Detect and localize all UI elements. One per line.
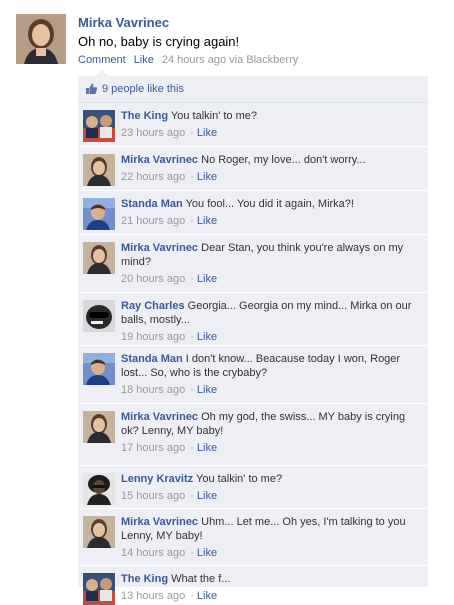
comment-text: You talkin' to me?	[196, 473, 283, 485]
comment-item: Mirka Vavrinec Uhm... Let me... Oh yes, …	[78, 509, 428, 566]
comment-body: Lenny Kravitz You talkin' to me? 15 hours…	[121, 472, 419, 503]
comment-item: Ray Charles Georgia... Georgia on my min…	[78, 293, 428, 346]
comment-like-link[interactable]: Like	[197, 547, 217, 559]
commenter-name-link[interactable]: Mirka Vavrinec	[121, 516, 198, 528]
commenter-name-link[interactable]: Mirka Vavrinec	[121, 154, 198, 166]
separator-dot: ·	[190, 384, 194, 396]
separator-dot: ·	[190, 490, 194, 502]
comment-item: Mirka Vavrinec Dear Stan, you think you'…	[78, 235, 428, 293]
comment-text: What the f...	[171, 573, 231, 585]
comment-meta: 17 hours ago · Like	[121, 441, 419, 455]
comment-timestamp: 17 hours ago	[121, 442, 186, 454]
separator-dot: ·	[190, 127, 194, 139]
author-avatar[interactable]	[16, 14, 66, 64]
comment-body: Ray Charles Georgia... Georgia on my min…	[121, 299, 419, 344]
comment-text: No Roger, my love... don't worry...	[201, 154, 366, 166]
comment-item: Lenny Kravitz You talkin' to me? 15 hours…	[78, 466, 428, 509]
comment-body: Standa Man I don't know... Beacause toda…	[121, 352, 419, 397]
comment-timestamp: 23 hours ago	[121, 127, 186, 139]
comment-text: You talkin' to me?	[170, 110, 258, 122]
comment-timestamp: 19 hours ago	[121, 331, 186, 343]
comment-link[interactable]: Comment	[78, 54, 126, 66]
post-timestamp: 24 hours ago via Blackberry	[161, 54, 299, 66]
comment-like-link[interactable]: Like	[197, 215, 217, 227]
comment-body: The King What the f... 13 hours ago · Like	[121, 572, 419, 603]
comment-meta: 20 hours ago · Like	[121, 272, 419, 286]
separator-dot: ·	[190, 215, 194, 227]
comment-text: You fool... You did it again, Mirka?!	[185, 198, 354, 210]
separator-dot: ·	[190, 273, 194, 285]
post-author-link[interactable]: Mirka Vavrinec	[78, 15, 169, 30]
commenter-avatar[interactable]	[83, 573, 115, 605]
comment-timestamp: 20 hours ago	[121, 273, 186, 285]
commenter-name-link[interactable]: Lenny Kravitz	[121, 473, 193, 485]
comment-meta: 15 hours ago · Like	[121, 489, 419, 503]
commenter-avatar[interactable]	[83, 110, 115, 142]
comment-body: Standa Man You fool... You did it again,…	[121, 197, 419, 228]
comment-item: The King What the f... 13 hours ago · Like	[78, 566, 428, 605]
post-actions: Comment Like 24 hours ago via Blackberry	[78, 54, 298, 66]
comment-timestamp: 15 hours ago	[121, 490, 186, 502]
commenter-avatar[interactable]	[83, 411, 115, 443]
comment-meta: 19 hours ago · Like	[121, 330, 419, 344]
comment-body: Mirka Vavrinec Oh my god, the swiss... M…	[121, 410, 419, 455]
comment-item: Mirka Vavrinec Oh my god, the swiss... M…	[78, 404, 428, 466]
comment-timestamp: 14 hours ago	[121, 547, 186, 559]
comment-timestamp: 13 hours ago	[121, 590, 186, 602]
separator-dot: ·	[190, 442, 194, 454]
comment-like-link[interactable]: Like	[197, 171, 217, 183]
comment-item: Mirka Vavrinec No Roger, my love... don'…	[78, 147, 428, 191]
comment-meta: 23 hours ago · Like	[121, 126, 419, 140]
commenter-avatar[interactable]	[83, 242, 115, 274]
commenter-name-link[interactable]: Mirka Vavrinec	[121, 242, 198, 254]
comment-item: Standa Man I don't know... Beacause toda…	[78, 346, 428, 404]
commenter-name-link[interactable]: The King	[121, 573, 168, 585]
comment-timestamp: 22 hours ago	[121, 171, 186, 183]
comment-meta: 21 hours ago · Like	[121, 214, 419, 228]
comment-meta: 22 hours ago · Like	[121, 170, 419, 184]
comment-meta: 14 hours ago · Like	[121, 546, 419, 560]
commenter-avatar[interactable]	[83, 300, 115, 332]
post-message: Oh no, baby is crying again!	[78, 34, 240, 49]
comment-body: Mirka Vavrinec Dear Stan, you think you'…	[121, 241, 419, 286]
comment-like-link[interactable]: Like	[197, 273, 217, 285]
commenter-avatar[interactable]	[83, 154, 115, 186]
commenter-name-link[interactable]: Ray Charles	[121, 300, 185, 312]
comment-meta: 13 hours ago · Like	[121, 589, 419, 603]
commenter-name-link[interactable]: Standa Man	[121, 353, 183, 365]
separator-dot: ·	[190, 171, 194, 183]
likes-row: 9 people like this	[78, 76, 428, 103]
comment-timestamp: 18 hours ago	[121, 384, 186, 396]
thumbs-up-icon	[85, 82, 98, 95]
separator-dot: ·	[190, 590, 194, 602]
feed-story: Mirka Vavrinec Oh no, baby is crying aga…	[0, 0, 454, 605]
comment-like-link[interactable]: Like	[197, 127, 217, 139]
commenter-name-link[interactable]: Mirka Vavrinec	[121, 411, 198, 423]
comment-like-link[interactable]: Like	[197, 590, 217, 602]
commenter-name-link[interactable]: Standa Man	[121, 198, 183, 210]
separator-dot: ·	[190, 547, 194, 559]
like-link[interactable]: Like	[134, 54, 154, 66]
comment-like-link[interactable]: Like	[197, 384, 217, 396]
comment-like-link[interactable]: Like	[197, 331, 217, 343]
commenter-avatar[interactable]	[83, 353, 115, 385]
comment-item: Standa Man You fool... You did it again,…	[78, 191, 428, 235]
comment-body: The King You talkin' to me? 23 hours ago ·…	[121, 109, 419, 140]
comment-like-link[interactable]: Like	[197, 490, 217, 502]
comment-timestamp: 21 hours ago	[121, 215, 186, 227]
commenter-name-link[interactable]: The King	[121, 110, 168, 122]
commenter-avatar[interactable]	[83, 473, 115, 505]
comment-body: Mirka Vavrinec Uhm... Let me... Oh yes, …	[121, 515, 419, 560]
commenter-avatar[interactable]	[83, 516, 115, 548]
comment-like-link[interactable]: Like	[197, 442, 217, 454]
feedback-box: 9 people like this The King You talkin' …	[78, 76, 428, 605]
comment-meta: 18 hours ago · Like	[121, 383, 419, 397]
separator-dot: ·	[190, 331, 194, 343]
commenter-avatar[interactable]	[83, 198, 115, 230]
comment-body: Mirka Vavrinec No Roger, my love... don'…	[121, 153, 419, 184]
comment-item: The King You talkin' to me? 23 hours ago ·…	[78, 103, 428, 147]
likes-count-link[interactable]: 9 people like this	[102, 83, 184, 95]
